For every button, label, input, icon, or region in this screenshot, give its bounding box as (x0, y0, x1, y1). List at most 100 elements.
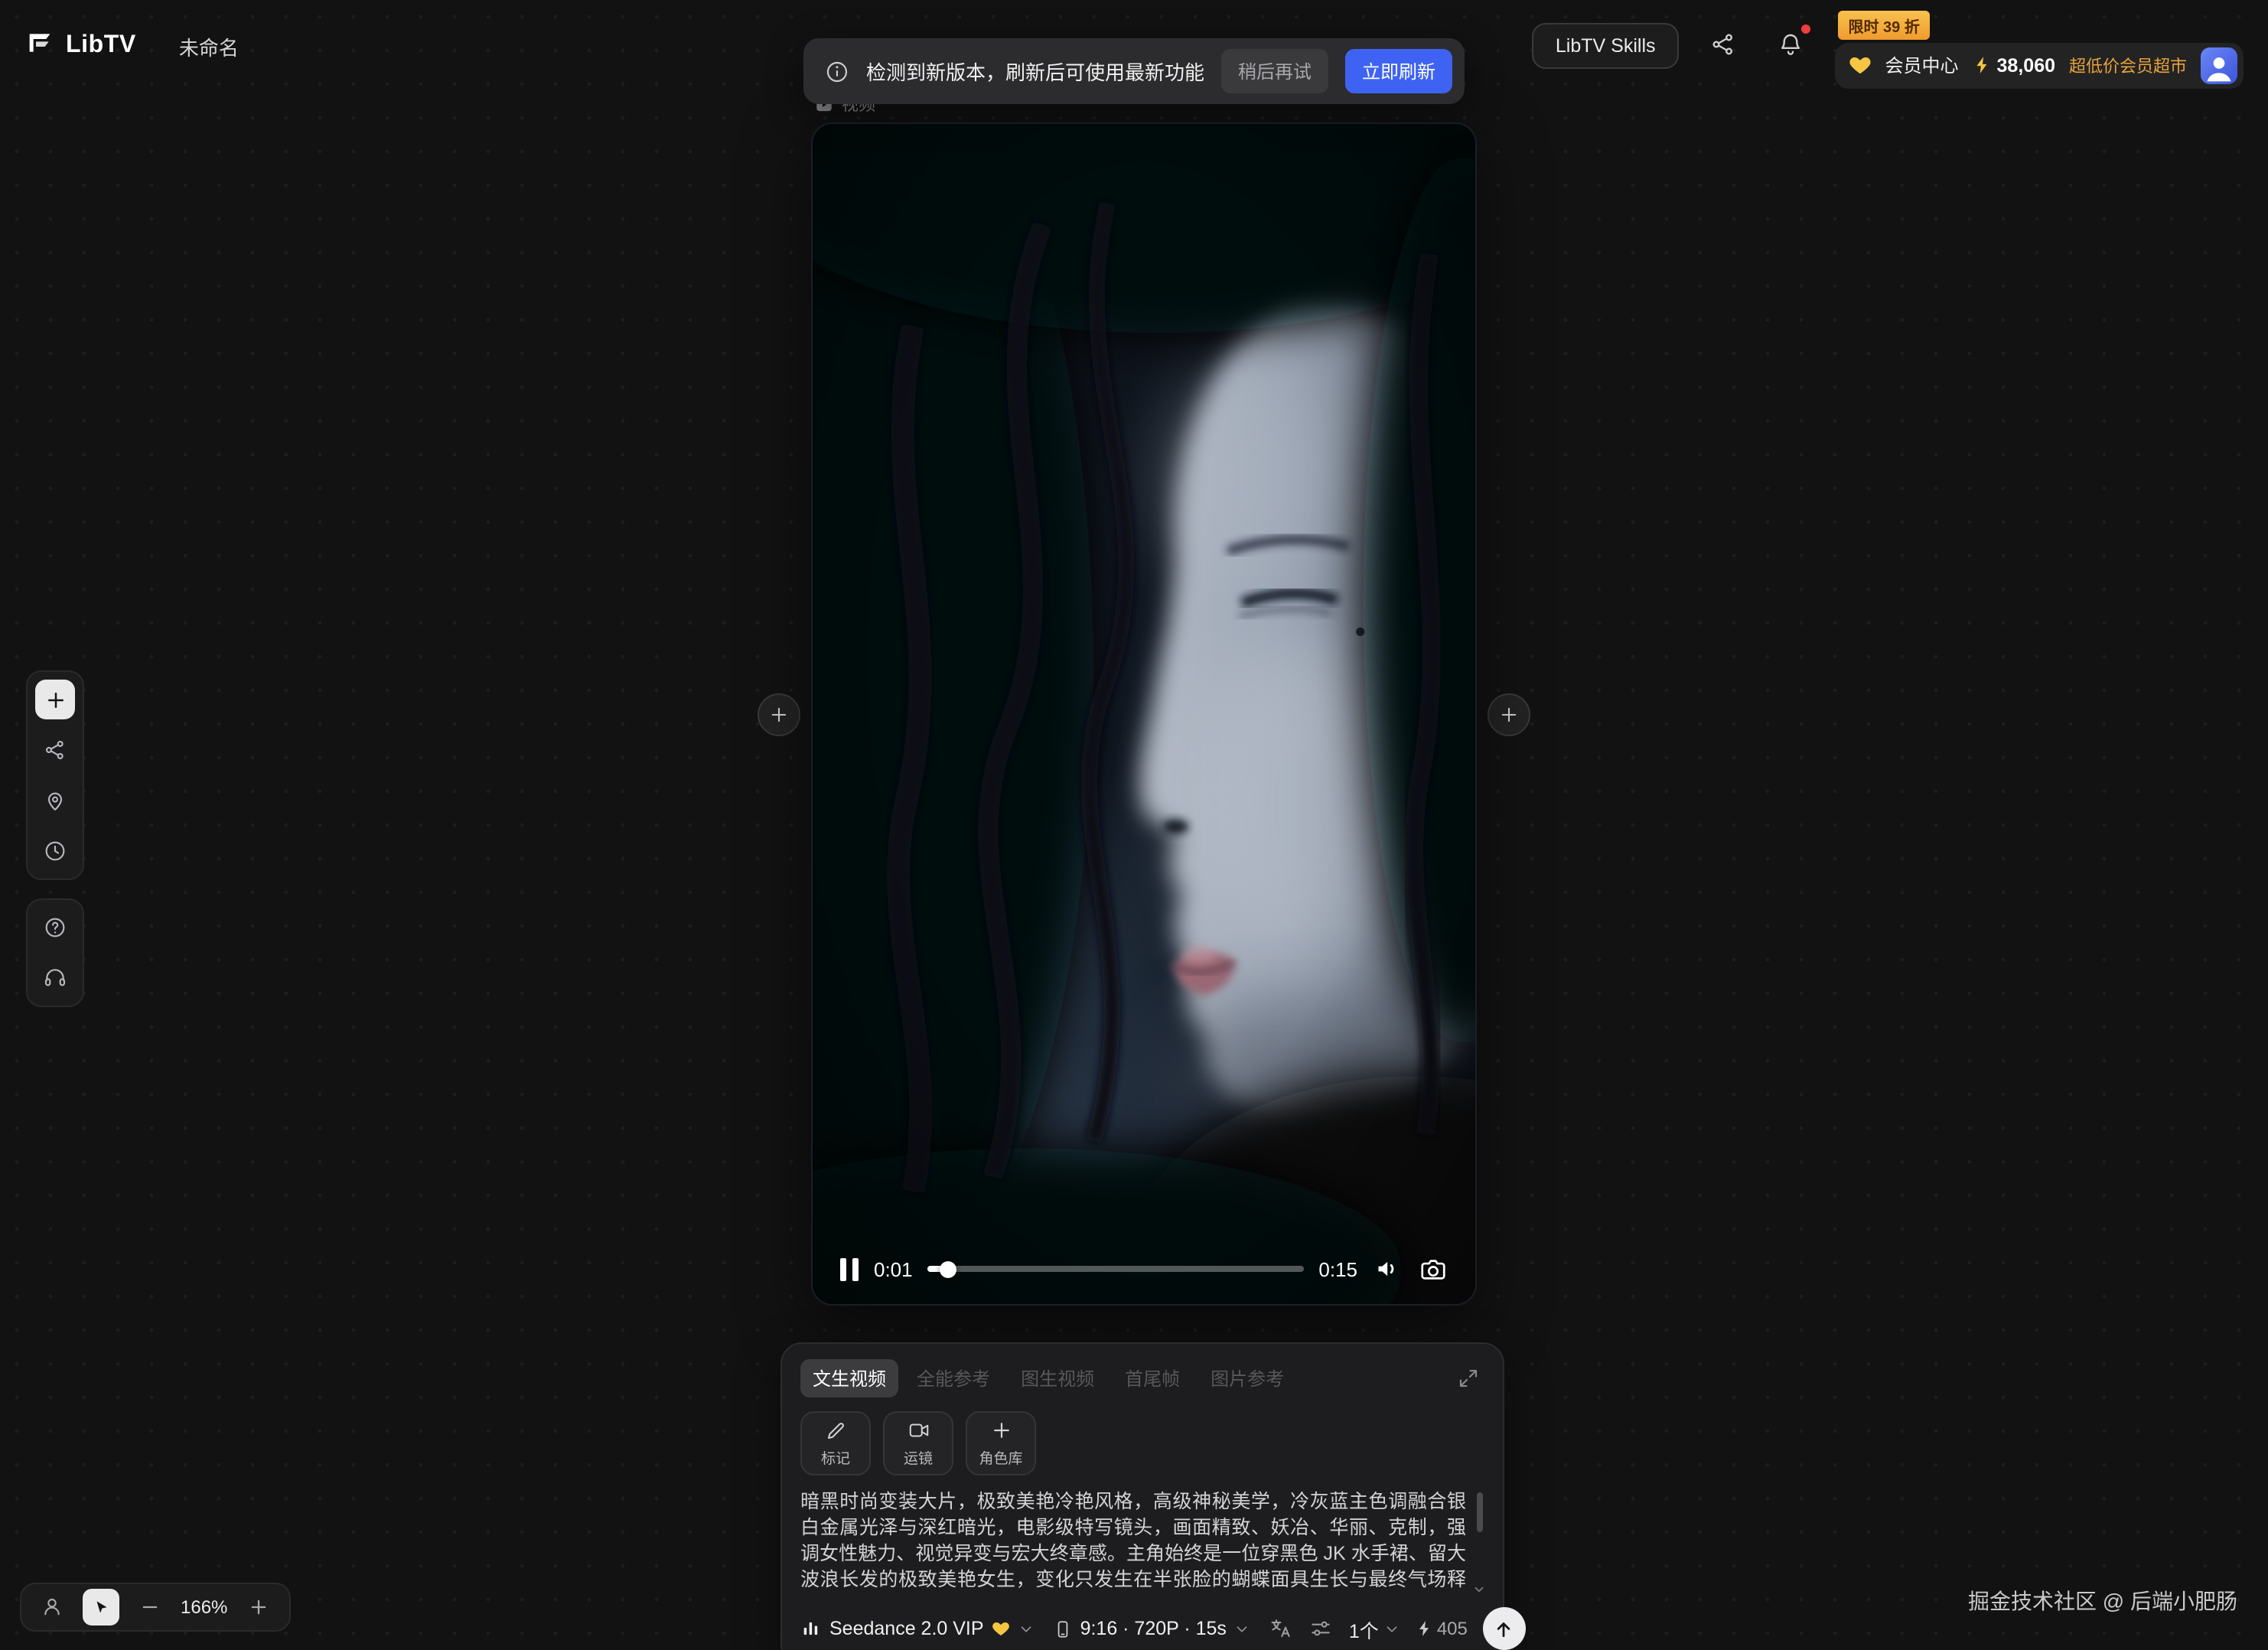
arrow-up-icon (1493, 1617, 1516, 1640)
vip-heart-icon (1849, 54, 1872, 77)
add-right-node-button[interactable] (1488, 693, 1530, 735)
share-canvas-button[interactable] (35, 730, 75, 770)
prompt-input-area: 暗黑时尚变装大片，极致美艳冷艳风格，高级神秘美学，冷灰蓝主色调融合银白金属光泽与… (800, 1489, 1484, 1593)
camera-icon (1419, 1254, 1448, 1283)
share-button[interactable] (1700, 23, 1746, 69)
select-tool-button[interactable] (83, 1589, 119, 1626)
format-selector[interactable]: 9:16 · 720P · 15s (1053, 1618, 1251, 1639)
libtv-logo-icon (24, 27, 55, 65)
bell-icon (1777, 30, 1804, 62)
retry-later-button[interactable]: 稍后再试 (1221, 49, 1328, 93)
minus-icon (139, 1596, 161, 1618)
notification-dot (1801, 24, 1810, 34)
question-icon (43, 915, 67, 940)
scroll-down-icon[interactable] (1472, 1583, 1486, 1596)
user-avatar[interactable] (2201, 47, 2237, 83)
panel-footer-right: 1个 405 (1269, 1607, 1526, 1650)
prompt-input[interactable]: 暗黑时尚变装大片，极致美艳冷艳风格，高级神秘美学，冷灰蓝主色调融合银白金属光泽与… (800, 1489, 1484, 1593)
left-toolbar-group-help (26, 898, 84, 1007)
snapshot-button[interactable] (1419, 1254, 1448, 1283)
zoom-in-button[interactable] (243, 1592, 273, 1622)
character-library-button[interactable]: 角色库 (966, 1411, 1036, 1476)
tab-image-reference[interactable]: 图片参考 (1198, 1359, 1296, 1397)
prompt-scrollbar[interactable] (1477, 1492, 1483, 1532)
progress-bar[interactable] (928, 1266, 1304, 1272)
chevron-down-icon (1383, 1620, 1400, 1637)
update-toast: 检测到新版本，刷新后可使用最新功能 稍后再试 立即刷新 (803, 38, 1465, 104)
tab-image-to-video[interactable]: 图生视频 (1009, 1359, 1106, 1397)
member-cluster: 限时 39 折 会员中心 38,060 超低价会员超市 (1835, 10, 2244, 88)
support-button[interactable] (35, 958, 75, 998)
document-title[interactable]: 未命名 (179, 31, 239, 60)
mark-tool-button[interactable]: 标记 (800, 1411, 871, 1476)
format-value: 9:16 · 720P · 15s (1080, 1618, 1227, 1639)
logo-text: LibTV (66, 32, 136, 60)
vip-heart-icon (992, 1619, 1010, 1638)
video-player[interactable]: 0:01 0:15 (811, 122, 1477, 1306)
batch-count-selector[interactable]: 1个 (1349, 1614, 1400, 1643)
volume-button[interactable] (1373, 1254, 1403, 1284)
translate-button[interactable] (1269, 1616, 1294, 1641)
zoom-toolbar: 166% (20, 1583, 290, 1632)
left-toolbar-group-main (26, 670, 84, 880)
generate-button[interactable] (1483, 1607, 1526, 1650)
promo-badge[interactable]: 限时 39 折 (1838, 10, 1931, 39)
model-selector[interactable]: Seedance 2.0 VIP (800, 1618, 1035, 1639)
info-icon (825, 59, 849, 83)
prompt-tools: 标记 运镜 角色库 (800, 1411, 1484, 1476)
skills-button[interactable]: LibTV Skills (1533, 23, 1679, 69)
watermark-text: 掘金技术社区 @ 后端小肥肠 (1968, 1586, 2237, 1616)
plus-icon (989, 1419, 1012, 1442)
topbar-right: LibTV Skills 限时 39 折 会员中心 (1533, 7, 2244, 85)
person-icon (40, 1595, 64, 1619)
share-nodes-icon (43, 738, 67, 762)
camera-move-tool-button[interactable]: 运镜 (883, 1411, 953, 1476)
model-chart-icon (800, 1618, 822, 1639)
model-name: Seedance 2.0 VIP (829, 1618, 984, 1639)
notifications-button[interactable] (1768, 23, 1813, 69)
translate-icon (1269, 1616, 1294, 1641)
add-left-node-button[interactable] (758, 693, 800, 735)
member-bar: 会员中心 38,060 超低价会员超市 (1835, 42, 2244, 88)
plus-icon (768, 703, 790, 725)
toast-message: 检测到新版本，刷新后可使用最新功能 (866, 57, 1204, 86)
left-toolbar (26, 670, 84, 1007)
collaborator-button[interactable] (37, 1592, 67, 1622)
share-icon (1709, 30, 1737, 62)
pause-button[interactable] (840, 1257, 859, 1280)
prompt-panel: 文生视频 全能参考 图生视频 首尾帧 图片参考 标记 (780, 1342, 1504, 1650)
refresh-now-button[interactable]: 立即刷新 (1345, 49, 1452, 93)
tab-text-to-video[interactable]: 文生视频 (800, 1359, 898, 1397)
volume-icon (1373, 1254, 1403, 1284)
mark-icon (824, 1419, 847, 1442)
chevron-down-icon (1018, 1620, 1035, 1637)
add-node-button[interactable] (35, 680, 75, 719)
credit-cost: 405 (1416, 1618, 1468, 1639)
video-frame-image (813, 124, 1475, 1304)
pin-button[interactable] (35, 781, 75, 820)
progress-handle[interactable] (940, 1260, 956, 1277)
credit-balance[interactable]: 38,060 (1973, 54, 2055, 76)
expand-panel-button[interactable] (1451, 1361, 1484, 1395)
help-button[interactable] (35, 908, 75, 947)
settings-button[interactable] (1309, 1616, 1334, 1641)
libtv-logo[interactable]: LibTV (24, 27, 136, 65)
tab-first-last-frame[interactable]: 首尾帧 (1113, 1359, 1192, 1397)
expand-icon (1456, 1367, 1479, 1390)
zoom-out-button[interactable] (135, 1592, 165, 1622)
member-center-link[interactable]: 会员中心 (1885, 52, 1959, 78)
video-node: 视频 (811, 122, 1477, 1306)
camera-move-icon (907, 1419, 930, 1442)
app-canvas: LibTV 未命名 LibTV Skills 限时 39 折 (0, 0, 2268, 1650)
plus-icon (1498, 703, 1520, 725)
bolt-icon (1416, 1619, 1434, 1638)
clock-icon (43, 839, 67, 863)
history-button[interactable] (35, 831, 75, 871)
current-time: 0:01 (874, 1257, 913, 1280)
member-market-link[interactable]: 超低价会员超市 (2069, 53, 2187, 77)
panel-footer: Seedance 2.0 VIP 9:16 · 720P · 15s (800, 1607, 1484, 1650)
plus-icon (44, 688, 67, 711)
zoom-level[interactable]: 166% (181, 1596, 227, 1618)
tab-omni-reference[interactable]: 全能参考 (904, 1359, 1002, 1397)
video-controls: 0:01 0:15 (840, 1254, 1448, 1284)
